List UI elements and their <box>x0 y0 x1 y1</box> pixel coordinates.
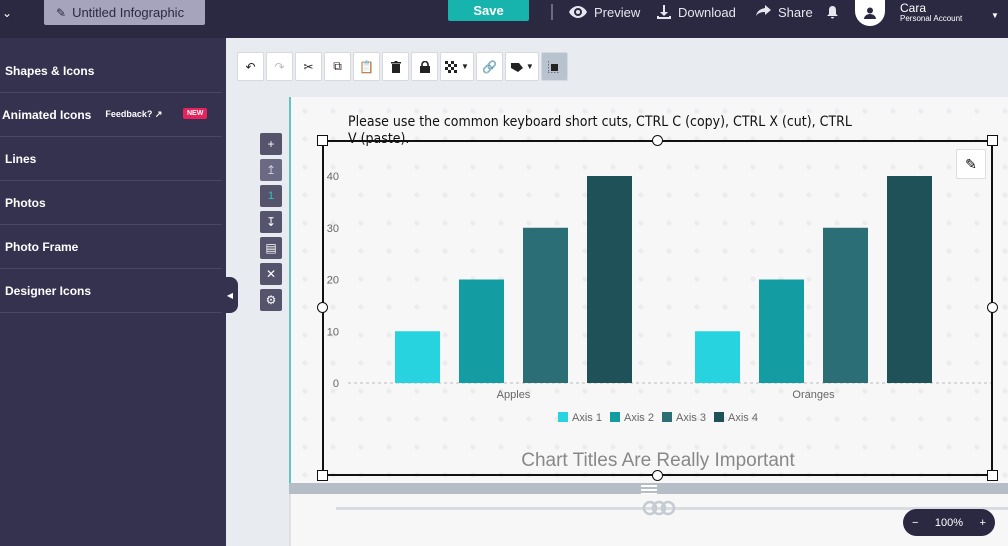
top-bar: ⌄ ✎ Untitled Infographic Save Preview Do… <box>0 0 1008 38</box>
copy-button[interactable]: ⧉ <box>324 52 351 81</box>
download-button[interactable]: Download <box>657 4 736 20</box>
notifications-button[interactable] <box>827 4 838 20</box>
toolbar-divider <box>551 4 553 20</box>
chevron-down-icon: ▼ <box>525 62 534 71</box>
preview-button[interactable]: Preview <box>569 4 640 20</box>
resize-handle-top-left[interactable] <box>317 135 328 146</box>
download-label: Download <box>678 4 736 20</box>
share-icon <box>756 5 771 16</box>
sidebar-item-shapes-icons[interactable]: Shapes & Icons <box>0 49 222 93</box>
preview-label: Preview <box>594 4 641 20</box>
resize-handle-top-right[interactable] <box>987 135 998 146</box>
plus-icon: + <box>267 137 275 151</box>
selection-frame <box>322 140 993 476</box>
edit-chart-button[interactable]: ✎ <box>956 149 986 179</box>
zoom-in-button[interactable]: + <box>980 517 986 529</box>
sidebar-collapse-button[interactable]: ◀ <box>222 277 238 313</box>
sidebar-item-animated-icons[interactable]: Animated Icons Feedback? ↗ NEW <box>0 93 222 137</box>
redo-icon: ↷ <box>274 59 285 74</box>
scissors-icon: ✂ <box>303 59 314 74</box>
download-icon <box>657 5 671 19</box>
avatar[interactable] <box>855 0 885 26</box>
effects-dropdown[interactable]: ▼ <box>504 52 539 81</box>
sidebar-item-label: Photo Frame <box>5 239 79 254</box>
shape-icon <box>510 62 523 72</box>
new-badge: NEW <box>183 108 208 119</box>
undo-icon: ↶ <box>245 59 256 74</box>
external-link-icon: ↗ <box>154 109 163 119</box>
layout-button[interactable]: ▤ <box>260 237 282 259</box>
resize-handle-right[interactable] <box>987 302 998 313</box>
user-icon <box>864 7 876 19</box>
sidebar-item-photo-frame[interactable]: Photo Frame <box>0 225 222 269</box>
copy-icon: ⧉ <box>333 59 342 73</box>
link-button[interactable]: 🔗 <box>475 52 503 81</box>
transparency-dropdown[interactable]: ▼ <box>440 52 474 81</box>
feedback-link[interactable]: Feedback? ↗ <box>105 109 162 120</box>
chain-link-icon[interactable] <box>641 499 677 517</box>
account-type[interactable]: Personal Account <box>900 14 962 23</box>
zoom-out-button[interactable]: − <box>912 517 918 529</box>
bell-icon <box>827 5 838 18</box>
share-button[interactable]: Share <box>755 4 813 20</box>
paste-icon: 📋 <box>359 59 374 74</box>
undo-button[interactable]: ↶ <box>237 52 264 81</box>
arrow-down-icon: ↧ <box>265 215 277 229</box>
menu-chevron-icon[interactable]: ⌄ <box>2 6 12 20</box>
sidebar-item-label: Photos <box>5 195 46 210</box>
section-toolbar: + ↥ 1 ↧ ▤ ✕ ⚙ <box>260 133 282 315</box>
close-icon: ✕ <box>265 267 277 281</box>
document-title: Untitled Infographic <box>72 5 185 20</box>
edit-toolbar: ↶ ↷ ✂ ⧉ 📋 ▼ 🔗 ▼ <box>237 52 568 81</box>
chevron-down-icon: ▼ <box>461 62 469 71</box>
layer-icon <box>548 60 561 73</box>
paste-button[interactable]: 📋 <box>353 52 380 81</box>
sidebar-item-label: Lines <box>5 151 37 166</box>
user-name[interactable]: Cara <box>900 1 926 15</box>
sidebar: Shapes & Icons Animated Icons Feedback? … <box>0 38 226 546</box>
delete-button[interactable] <box>382 52 409 81</box>
sidebar-item-lines[interactable]: Lines <box>0 137 222 181</box>
sidebar-item-photos[interactable]: Photos <box>0 181 222 225</box>
bring-front-button[interactable] <box>540 52 568 81</box>
sidebar-item-label: Animated Icons <box>2 107 92 122</box>
redo-button[interactable]: ↷ <box>266 52 293 81</box>
zoom-control: − 100% + <box>903 509 995 536</box>
document-title-box[interactable]: ✎ Untitled Infographic <box>44 0 205 25</box>
cut-button[interactable]: ✂ <box>295 52 322 81</box>
trash-icon <box>390 60 401 73</box>
resize-handle-bottom[interactable] <box>652 470 663 481</box>
share-label: Share <box>778 4 813 20</box>
chevron-left-icon: ◀ <box>226 290 234 300</box>
gear-icon: ⚙ <box>265 293 277 307</box>
resize-handle-left[interactable] <box>317 302 328 313</box>
move-down-button[interactable]: ↧ <box>260 211 282 233</box>
pencil-icon: ✎ <box>56 5 67 20</box>
section-settings-button[interactable]: ⚙ <box>260 289 282 311</box>
delete-section-button[interactable]: ✕ <box>260 263 282 285</box>
checkerboard-icon <box>445 60 457 73</box>
sidebar-item-designer-icons[interactable]: Designer Icons <box>0 269 222 313</box>
lock-icon <box>419 60 430 73</box>
lock-button[interactable] <box>411 52 438 81</box>
zoom-level: 100% <box>934 516 964 529</box>
eye-icon <box>569 6 587 18</box>
save-button[interactable]: Save <box>448 0 529 21</box>
rows-icon: ▤ <box>265 241 277 255</box>
account-caret-icon[interactable]: ▼ <box>991 11 999 20</box>
resize-handle-bottom-left[interactable] <box>317 470 328 481</box>
add-section-button[interactable]: + <box>260 133 282 155</box>
sidebar-item-label: Designer Icons <box>5 283 92 298</box>
arrow-up-icon: ↥ <box>265 163 277 177</box>
pencil-icon: ✎ <box>965 155 977 172</box>
resize-handle-bottom-right[interactable] <box>987 470 998 481</box>
sidebar-item-label: Shapes & Icons <box>5 63 95 78</box>
section-number: 1 <box>260 185 282 207</box>
resize-handle-top[interactable] <box>652 135 663 146</box>
link-icon: 🔗 <box>481 59 497 74</box>
move-up-button[interactable]: ↥ <box>260 159 282 181</box>
